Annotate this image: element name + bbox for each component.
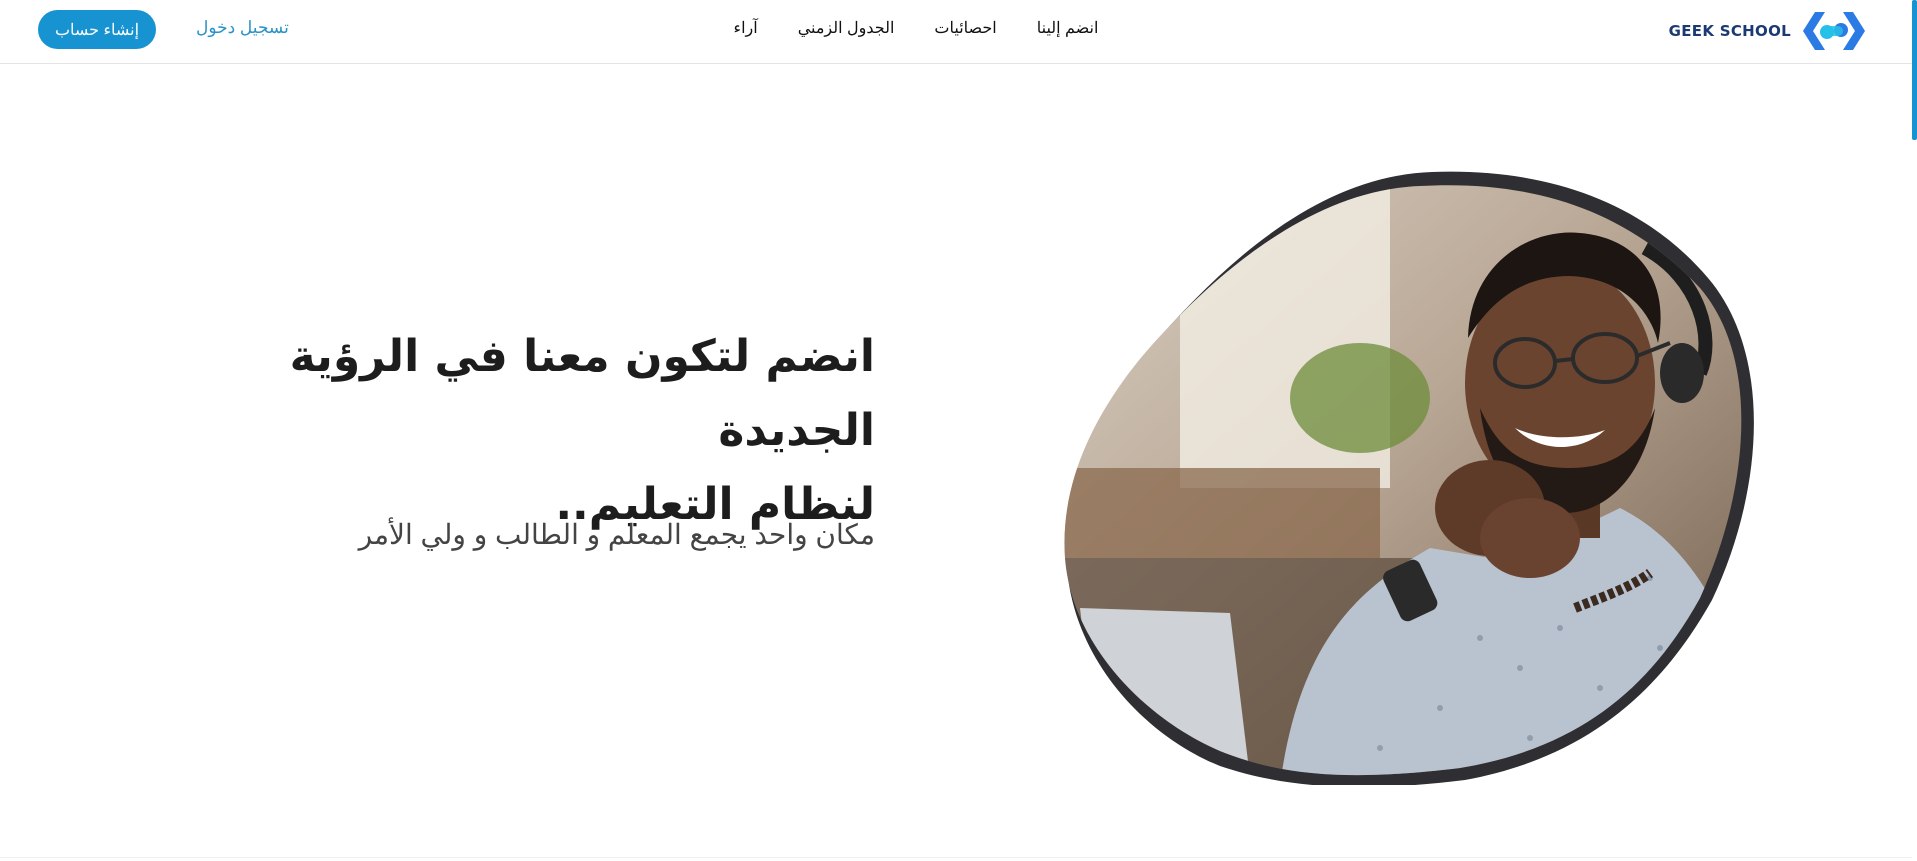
hero-title: انضم لتكون معنا في الرؤية الجديدة لنظام …: [175, 320, 875, 542]
hero-title-line-1: انضم لتكون معنا في الرؤية الجديدة: [289, 331, 875, 456]
smiling-man-photo-icon: [1064, 171, 1754, 788]
hero-subtitle: مكان واحد يجمع المعلم و الطالب و ولي الأ…: [358, 519, 875, 550]
page-scrollbar[interactable]: [1912, 0, 1917, 140]
nav-item-schedule[interactable]: الجدول الزمني: [798, 18, 895, 38]
nav-item-stats[interactable]: احصائيات: [934, 18, 996, 38]
top-navbar: GEEK SCHOOL انضم إلينا احصائيات الجدول ا…: [0, 0, 1912, 64]
section-divider: [0, 857, 1912, 858]
hero-image: [1060, 168, 1760, 788]
nav-item-join[interactable]: انضم إلينا: [1037, 18, 1099, 38]
login-link[interactable]: تسجيل دخول: [196, 18, 289, 38]
signup-button[interactable]: إنشاء حساب: [38, 10, 156, 49]
nav-item-reviews[interactable]: آراء: [734, 18, 758, 38]
